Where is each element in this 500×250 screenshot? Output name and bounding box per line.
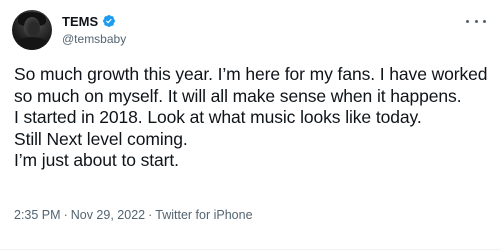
more-dot (474, 19, 478, 23)
avatar[interactable] (12, 10, 52, 50)
tweet-date[interactable]: Nov 29, 2022 (71, 208, 145, 222)
verified-badge-icon (103, 15, 116, 27)
meta-separator: · (63, 208, 68, 222)
tweet-time[interactable]: 2:35 PM (14, 208, 61, 222)
tweet-meta: 2:35 PM · Nov 29, 2022 · Twitter for iPhone (14, 208, 253, 222)
avatar-face (24, 17, 40, 37)
display-name[interactable]: TEMS (62, 14, 98, 29)
meta-separator: · (148, 208, 153, 222)
author-handle[interactable]: @temsbaby (62, 32, 126, 46)
display-name-row: TEMS (62, 12, 126, 30)
author-names: TEMS @temsbaby (62, 12, 126, 47)
tweet-source[interactable]: Twitter for iPhone (155, 208, 252, 222)
tweet-card: TEMS @temsbaby So much growth this year.… (0, 0, 500, 250)
tweet-header: TEMS @temsbaby (12, 10, 488, 56)
more-horizontal-icon[interactable] (466, 16, 486, 26)
tweet-text: So much growth this year. I’m here for m… (14, 64, 488, 170)
more-dot (483, 19, 486, 23)
more-dot (466, 19, 469, 23)
avatar-body (14, 37, 50, 50)
